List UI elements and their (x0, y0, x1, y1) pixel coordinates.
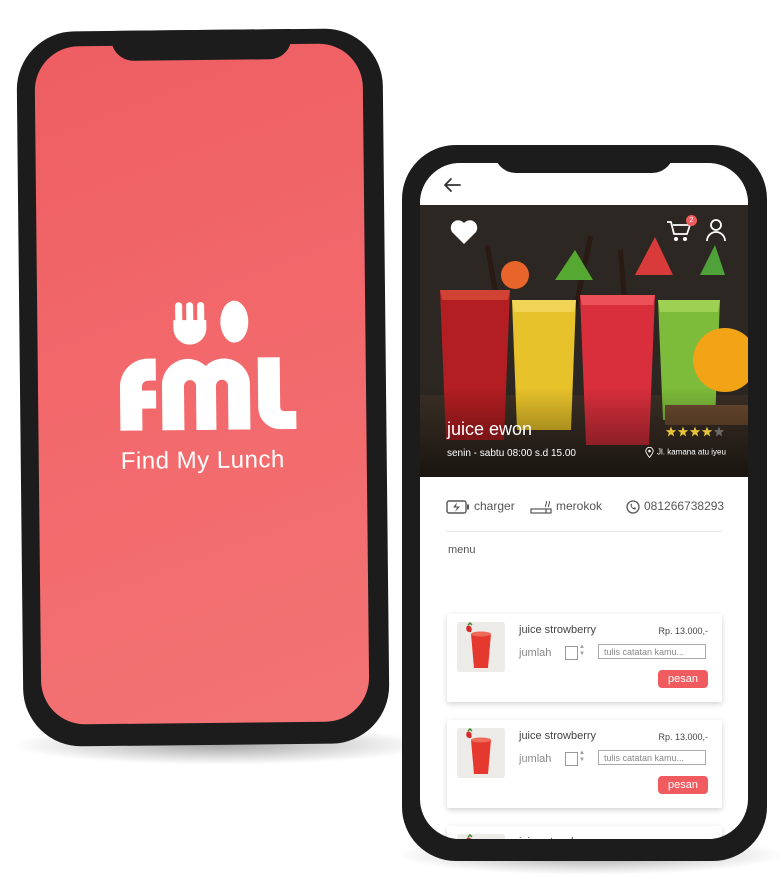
star-rating (665, 426, 725, 437)
shop-hero-image: 2 juice ewon senin - sabtu 08:00 s.d 15.… (420, 205, 748, 477)
splash-phone: Find My Lunch (16, 28, 390, 747)
cart-count-badge: 2 (686, 215, 697, 226)
menu-item-name: juice strowberry (519, 836, 596, 839)
cigarette-icon (530, 500, 552, 514)
menu-item-image (457, 728, 505, 778)
menu-item-price: Rp. 13.000,- (658, 626, 708, 636)
menu-item-card: juice strowberry Rp. 13.000,- jumlah ▲▼ … (447, 614, 722, 702)
address-text: Jl. kamana atu iyeu (657, 447, 726, 457)
amenity-smoking: merokok (530, 499, 602, 515)
battery-charging-icon (446, 500, 469, 514)
quantity-label: jumlah (519, 647, 552, 659)
menu-section-title: menu (448, 544, 476, 556)
amenities-row: charger merokok 081266738293 (446, 491, 724, 531)
amenity-charger: charger (446, 499, 515, 514)
stepper-arrows-icon[interactable]: ▲ ▼ (579, 644, 585, 658)
order-button[interactable]: pesan (658, 670, 708, 688)
divider (446, 531, 722, 532)
menu-item-price: Rp. 13.000,- (658, 838, 708, 839)
star-icon (689, 426, 701, 437)
phone-number: 081266738293 (644, 499, 725, 513)
menu-item-name: juice strowberry (519, 624, 597, 636)
menu-item-card: juice strowberry Rp. 13.000,- jumlah ▲▼ … (447, 826, 722, 839)
order-button[interactable]: pesan (658, 776, 708, 794)
smoking-label: merokok (556, 499, 603, 514)
note-input[interactable] (598, 750, 706, 765)
fml-logo-icon (119, 300, 297, 431)
location-pin-icon (645, 446, 654, 459)
whatsapp-icon (626, 500, 640, 514)
menu-item-image (457, 834, 505, 839)
heart-icon[interactable] (450, 219, 478, 245)
detail-screen: 2 juice ewon senin - sabtu 08:00 s.d 15.… (420, 163, 748, 839)
detail-phone: 2 juice ewon senin - sabtu 08:00 s.d 15.… (402, 145, 767, 861)
menu-item-name: juice strowberry (519, 730, 597, 742)
note-input[interactable] (598, 644, 706, 659)
star-icon (677, 426, 689, 437)
charger-label: charger (474, 499, 515, 513)
shop-address: Jl. kamana atu iyeu (645, 446, 726, 459)
star-icon (701, 426, 713, 437)
star-icon (665, 426, 677, 437)
app-name: Find My Lunch (120, 446, 285, 475)
menu-item-image (457, 622, 505, 672)
shop-name: juice ewon (447, 419, 533, 439)
splash-screen: Find My Lunch (34, 43, 370, 725)
quantity-label: jumlah (519, 753, 552, 765)
menu-item-card: juice strowberry Rp. 13.000,- jumlah ▲▼ … (447, 720, 722, 808)
quantity-stepper[interactable] (565, 646, 578, 660)
shop-hours: senin - sabtu 08:00 s.d 15.00 (447, 448, 576, 459)
star-icon (713, 426, 725, 437)
quantity-stepper[interactable] (565, 752, 578, 766)
menu-item-price: Rp. 13.000,- (658, 732, 708, 742)
stepper-arrows-icon[interactable]: ▲ ▼ (579, 750, 585, 764)
arrow-left-icon[interactable] (442, 175, 462, 195)
phone-notch (111, 29, 292, 61)
user-icon[interactable] (706, 218, 726, 242)
phone-notch (494, 145, 674, 173)
amenity-phone[interactable]: 081266738293 (626, 499, 724, 514)
